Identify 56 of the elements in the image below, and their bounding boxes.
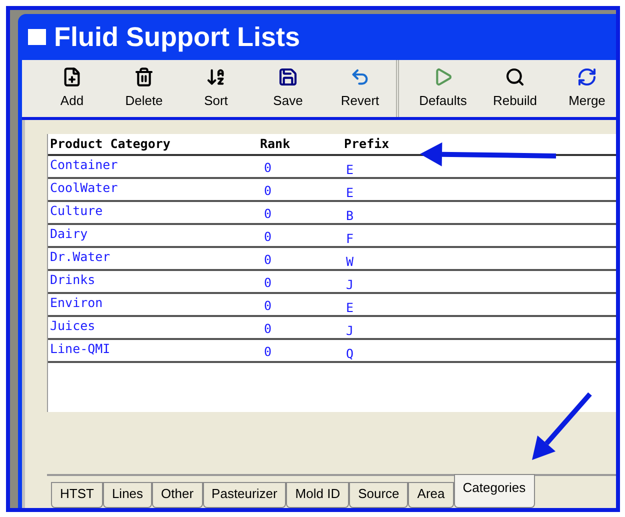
table-cell-text: E bbox=[345, 299, 355, 315]
undo-arrow-icon bbox=[350, 66, 370, 87]
table-cell-text: 0 bbox=[263, 251, 273, 269]
tab[interactable]: Other bbox=[152, 482, 203, 508]
add-file-icon bbox=[62, 66, 82, 87]
play-icon bbox=[433, 66, 453, 87]
table-cell-text: 0 bbox=[263, 297, 273, 315]
tab[interactable]: Lines bbox=[102, 482, 152, 508]
tab[interactable]: Source bbox=[349, 482, 408, 508]
table-cell-text: 0 bbox=[263, 159, 273, 177]
table-cell-text: CoolWater bbox=[49, 179, 119, 197]
table-cell-text: 0 bbox=[263, 182, 273, 200]
table-cell-text: Line-QMI bbox=[49, 340, 112, 358]
table-cell-text: Drinks bbox=[49, 271, 96, 289]
table-cell-text: E bbox=[345, 184, 355, 200]
table-cell-text: Dr.Water bbox=[49, 248, 112, 266]
magnifier-icon bbox=[505, 66, 525, 87]
table-cell-text: 0 bbox=[263, 228, 273, 246]
toolbar-button[interactable]: Sort bbox=[180, 66, 252, 110]
toolbar-button[interactable]: Merge bbox=[551, 66, 623, 110]
arrow bbox=[532, 392, 592, 460]
table-cell-text: Container bbox=[49, 156, 119, 174]
table-cell-text: 0 bbox=[263, 320, 273, 338]
toolbar-button[interactable]: Defaults bbox=[407, 66, 479, 110]
toolbar-button[interactable]: Save bbox=[252, 66, 324, 110]
table-cell-text: Q bbox=[345, 345, 355, 361]
toolbar-button[interactable]: Delete bbox=[108, 66, 180, 110]
toolbar-button[interactable]: Add bbox=[36, 66, 108, 110]
column-header: Product Category bbox=[49, 135, 172, 154]
tab[interactable]: Mold ID bbox=[286, 482, 350, 508]
table-cell-text: 0 bbox=[263, 274, 273, 292]
sort-icon bbox=[206, 66, 226, 87]
trash-icon bbox=[134, 66, 154, 87]
table-cell-text: W bbox=[345, 253, 355, 269]
refresh-arrows-icon bbox=[577, 66, 597, 87]
table-cell-text: B bbox=[345, 207, 355, 223]
tab[interactable]: Pasteurizer bbox=[202, 482, 286, 508]
table-cell-text: Environ bbox=[49, 294, 104, 312]
table-cell-text: 0 bbox=[263, 343, 273, 361]
column-header: Prefix bbox=[344, 135, 390, 154]
window-menu-icon[interactable] bbox=[28, 29, 46, 45]
toolbar-button[interactable]: Revert bbox=[324, 66, 396, 110]
table-cell-text: J bbox=[345, 322, 355, 338]
table-cell-text: 0 bbox=[263, 205, 273, 223]
window-title: Fluid Support Lists bbox=[54, 24, 300, 50]
table-cell-text: J bbox=[345, 276, 355, 292]
table-cell-text: Juices bbox=[49, 317, 96, 335]
tab[interactable]: Area bbox=[408, 482, 454, 508]
table-cell-text: Culture bbox=[49, 202, 104, 220]
table-cell-text: E bbox=[345, 161, 355, 177]
table-cell-text: Dairy bbox=[49, 225, 89, 243]
table-cell-text: F bbox=[345, 230, 355, 246]
tab[interactable]: HTST bbox=[51, 482, 103, 508]
tab[interactable]: Categories bbox=[454, 474, 535, 508]
column-header: Rank bbox=[259, 135, 292, 154]
toolbar-button[interactable]: Rebuild bbox=[479, 66, 551, 110]
